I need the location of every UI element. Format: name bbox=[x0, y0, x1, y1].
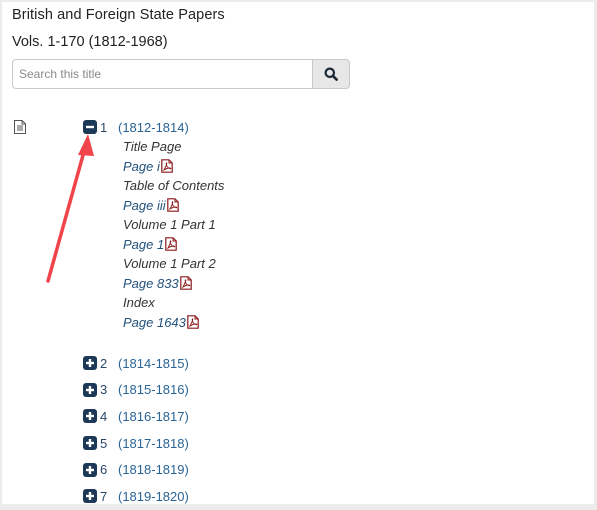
section-heading: Volume 1 Part 2 bbox=[123, 254, 224, 274]
volume-number: 4 bbox=[100, 408, 108, 424]
volume-node: 6 (1818-1819) bbox=[83, 456, 224, 483]
section-heading-label: Index bbox=[123, 295, 155, 311]
page-link-label: Page 1643 bbox=[123, 314, 186, 330]
section-heading: Volume 1 Part 1 bbox=[123, 215, 224, 235]
section-heading: Table of Contents bbox=[123, 176, 224, 196]
section-heading-label: Volume 1 Part 1 bbox=[123, 217, 216, 233]
search-bar bbox=[12, 59, 350, 89]
minus-square-icon[interactable] bbox=[83, 120, 97, 134]
volume-years-link[interactable]: (1814-1815) bbox=[118, 356, 189, 371]
volume-number: 1 bbox=[100, 119, 108, 135]
section-heading: Index bbox=[123, 293, 224, 313]
section-heading-label: Table of Contents bbox=[123, 178, 225, 194]
volume-number: 3 bbox=[100, 382, 108, 398]
plus-square-icon[interactable] bbox=[83, 382, 97, 397]
section-heading-label: Title Page bbox=[123, 139, 182, 155]
volume-years-link[interactable]: (1817-1818) bbox=[118, 436, 189, 451]
volume-years-link[interactable]: (1816-1817) bbox=[118, 409, 189, 424]
page-link[interactable]: Page 1 bbox=[123, 235, 224, 255]
page-link[interactable]: Page 833 bbox=[123, 274, 224, 294]
pdf-icon[interactable] bbox=[165, 237, 178, 252]
volume-node-expanded: 1 (1812-1814) bbox=[83, 117, 224, 137]
plus-square-icon[interactable] bbox=[83, 489, 97, 504]
browse-panel: British and Foreign State Papers Vols. 1… bbox=[2, 2, 594, 504]
plus-square-icon[interactable] bbox=[83, 409, 97, 424]
page-title: British and Foreign State Papers bbox=[12, 7, 225, 23]
volume-node: 7 (1819-1820) bbox=[83, 483, 224, 510]
pdf-icon[interactable] bbox=[166, 198, 179, 213]
volume-number: 7 bbox=[100, 488, 108, 504]
volume-years-link[interactable]: (1819-1820) bbox=[118, 489, 189, 504]
page-link-label: Page 833 bbox=[123, 275, 179, 291]
volume-contents: Title Page Page i Table of Contents Page i… bbox=[123, 137, 224, 332]
document-icon bbox=[14, 120, 26, 134]
volume-number: 2 bbox=[100, 355, 108, 371]
volume-tree: 1 (1812-1814) Title Page Page i Table of … bbox=[83, 117, 224, 510]
volume-years-link[interactable]: (1818-1819) bbox=[118, 462, 189, 477]
volume-node: 3 (1815-1816) bbox=[83, 377, 224, 404]
pdf-icon[interactable] bbox=[161, 159, 173, 174]
page-link[interactable]: Page iii bbox=[123, 196, 224, 216]
search-button[interactable] bbox=[312, 59, 350, 89]
page-link-label: Page i bbox=[123, 158, 160, 174]
page-link-label: Page 1 bbox=[123, 236, 165, 252]
volume-number: 5 bbox=[100, 435, 108, 451]
collapsed-volumes: 2 (1814-1815) 3 (1815-1816) 4 (1816-1817) 5 (18… bbox=[83, 350, 224, 510]
page-link[interactable]: Page i bbox=[123, 157, 224, 177]
volume-node: 2 (1814-1815) bbox=[83, 350, 224, 377]
plus-square-icon[interactable] bbox=[83, 356, 97, 371]
volume-years-link[interactable]: (1812-1814) bbox=[118, 120, 189, 135]
pdf-icon[interactable] bbox=[179, 276, 192, 291]
volume-node: 4 (1816-1817) bbox=[83, 403, 224, 430]
volume-number: 6 bbox=[100, 462, 108, 478]
pdf-icon[interactable] bbox=[187, 315, 199, 330]
section-heading: Title Page bbox=[123, 137, 224, 157]
search-input[interactable] bbox=[12, 59, 312, 89]
page-subtitle: Vols. 1-170 (1812-1968) bbox=[12, 34, 168, 50]
volume-years-link[interactable]: (1815-1816) bbox=[118, 382, 189, 397]
plus-square-icon[interactable] bbox=[83, 436, 97, 451]
section-heading-label: Volume 1 Part 2 bbox=[123, 256, 216, 272]
plus-square-icon[interactable] bbox=[83, 462, 97, 477]
search-icon bbox=[324, 67, 338, 81]
page-link[interactable]: Page 1643 bbox=[123, 313, 224, 333]
volume-node: 5 (1817-1818) bbox=[83, 430, 224, 457]
page-link-label: Page iii bbox=[123, 197, 166, 213]
